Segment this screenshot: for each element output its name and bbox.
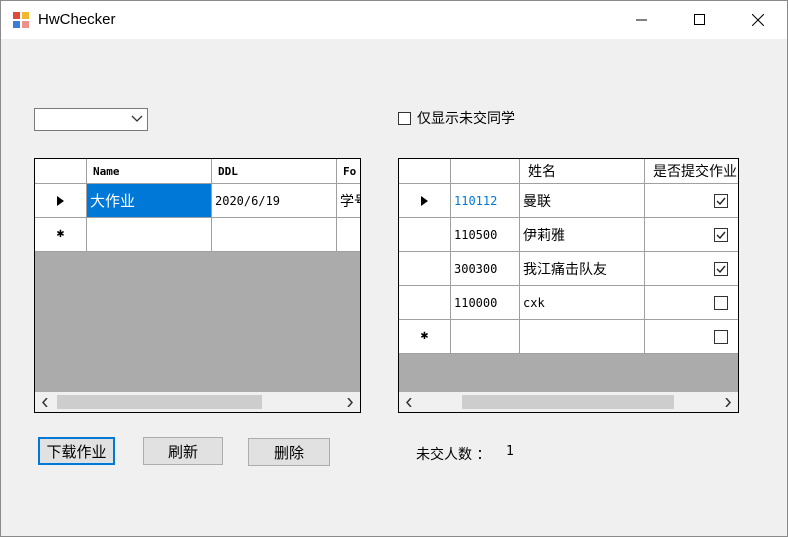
chevron-right-icon <box>725 397 731 407</box>
cell-submitted[interactable] <box>645 320 738 354</box>
check-icon <box>716 231 726 239</box>
scroll-left-button[interactable] <box>399 392 419 412</box>
only-unsubmitted-toggle[interactable]: 仅显示未交同学 <box>398 108 515 128</box>
submitted-checkbox[interactable] <box>714 227 728 242</box>
cell-submitted[interactable] <box>645 286 738 320</box>
minimize-button[interactable] <box>613 1 671 39</box>
grid-corner-header <box>35 159 87 184</box>
column-header-submitted[interactable]: 是否提交作业 <box>645 159 738 184</box>
row-pointer-icon <box>420 195 428 206</box>
row-header[interactable] <box>399 286 451 320</box>
column-header-name[interactable]: Name <box>87 159 212 184</box>
close-icon <box>752 14 764 26</box>
chevron-left-icon <box>42 397 48 407</box>
row-pointer-icon <box>56 195 64 206</box>
cell-student-id[interactable]: 110000 <box>451 286 520 320</box>
cell-submitted[interactable] <box>645 218 738 252</box>
row-header-current[interactable] <box>399 184 451 218</box>
submitted-checkbox[interactable] <box>714 193 728 208</box>
cell-student-id[interactable]: 110500 <box>451 218 520 252</box>
title-bar[interactable]: HwChecker <box>1 1 787 39</box>
cell-student-name[interactable]: 曼联 <box>520 184 645 218</box>
homework-grid-hscroll[interactable] <box>35 392 360 412</box>
chevron-left-icon <box>406 397 412 407</box>
refresh-button[interactable]: 刷新 <box>143 437 223 465</box>
scroll-thumb[interactable] <box>57 395 262 409</box>
column-header-student-name[interactable]: 姓名 <box>520 159 645 184</box>
submitted-checkbox[interactable] <box>714 261 728 276</box>
homework-combo[interactable] <box>34 108 148 131</box>
minimize-icon <box>636 19 647 21</box>
scroll-left-button[interactable] <box>35 392 55 412</box>
cell-fo[interactable]: 学号 <box>337 184 360 218</box>
cell-student-id[interactable] <box>451 320 520 354</box>
scroll-right-button[interactable] <box>340 392 360 412</box>
unsubmitted-count-value: 1 <box>506 444 514 459</box>
cell-name[interactable] <box>87 218 212 252</box>
row-header-new[interactable]: ✱ <box>399 320 451 354</box>
check-icon <box>716 197 726 205</box>
unsubmitted-count-label: 未交人数 ： <box>416 447 491 463</box>
cell-student-name[interactable]: 我江痛击队友 <box>520 252 645 286</box>
cell-name[interactable]: 大作业 <box>87 184 212 218</box>
main-window: HwChecker 仅显示未交同学 Name DDL Fo 大作业 2020/6… <box>0 0 788 537</box>
cell-student-name[interactable]: cxk <box>520 286 645 320</box>
window-title: HwChecker <box>38 11 116 28</box>
column-header-id[interactable] <box>451 159 520 184</box>
maximize-icon <box>694 14 705 25</box>
submitted-checkbox[interactable] <box>714 329 728 344</box>
cell-submitted[interactable] <box>645 252 738 286</box>
only-unsubmitted-label: 仅显示未交同学 <box>417 111 515 127</box>
new-row-icon: ✱ <box>56 229 65 240</box>
column-header-ddl[interactable]: DDL <box>212 159 337 184</box>
grid-corner-header <box>399 159 451 184</box>
row-header-new[interactable]: ✱ <box>35 218 87 252</box>
cell-student-id[interactable]: 110112 <box>451 184 520 218</box>
check-icon <box>716 265 726 273</box>
student-grid[interactable]: 姓名 是否提交作业 110112 曼联 110500 伊莉雅 300300 我江… <box>398 158 739 413</box>
row-header-current[interactable] <box>35 184 87 218</box>
homework-grid[interactable]: Name DDL Fo 大作业 2020/6/19 学号 ✱ <box>34 158 361 413</box>
submitted-checkbox[interactable] <box>714 295 728 310</box>
cell-submitted[interactable] <box>645 184 738 218</box>
delete-button[interactable]: 删除 <box>248 438 330 466</box>
chevron-down-icon <box>131 115 143 122</box>
app-icon <box>13 12 29 28</box>
cell-student-name[interactable] <box>520 320 645 354</box>
row-header[interactable] <box>399 218 451 252</box>
scroll-thumb[interactable] <box>462 395 674 409</box>
chevron-right-icon <box>347 397 353 407</box>
scroll-right-button[interactable] <box>718 392 738 412</box>
cell-student-name[interactable]: 伊莉雅 <box>520 218 645 252</box>
cell-fo[interactable] <box>337 218 360 252</box>
close-button[interactable] <box>729 1 787 39</box>
new-row-icon: ✱ <box>420 331 429 342</box>
column-header-fo[interactable]: Fo <box>337 159 360 184</box>
only-unsubmitted-checkbox[interactable] <box>398 111 411 125</box>
row-header[interactable] <box>399 252 451 286</box>
maximize-button[interactable] <box>671 1 729 39</box>
cell-student-id[interactable]: 300300 <box>451 252 520 286</box>
cell-ddl[interactable]: 2020/6/19 <box>212 184 337 218</box>
download-button[interactable]: 下载作业 <box>38 437 115 465</box>
student-grid-hscroll[interactable] <box>399 392 738 412</box>
cell-ddl[interactable] <box>212 218 337 252</box>
